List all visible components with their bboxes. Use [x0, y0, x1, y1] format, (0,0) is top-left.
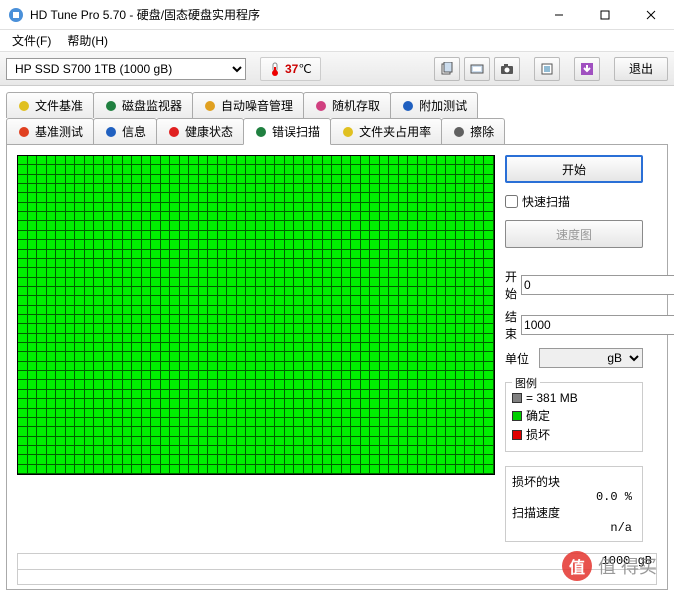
tab-附加测试[interactable]: 附加测试: [390, 92, 478, 118]
scan-grid: [17, 155, 495, 475]
legend-blocksize: = 381 MB: [526, 391, 578, 405]
app-icon: [8, 7, 24, 23]
menu-help[interactable]: 帮助(H): [59, 30, 116, 51]
unit-label: 单位: [505, 350, 535, 367]
tab-icon: [17, 125, 31, 139]
unit-field-row: 单位 gB: [505, 348, 643, 368]
tab-label: 擦除: [470, 123, 494, 140]
tab-label: 磁盘监视器: [122, 97, 182, 114]
tab-icon: [314, 99, 328, 113]
tab-row-1: 文件基准 磁盘监视器 自动噪音管理 随机存取 附加测试: [6, 92, 668, 118]
tab-label: 附加测试: [419, 97, 467, 114]
speedmap-button: 速度图: [505, 220, 643, 248]
copy-info-button[interactable]: [434, 57, 460, 81]
tab-错误扫描[interactable]: 错误扫描: [243, 118, 331, 145]
watermark-icon: 值: [562, 551, 592, 581]
temperature-display: 37℃: [260, 57, 321, 81]
start-label: 开始: [505, 268, 517, 302]
legend-swatch-block: [512, 393, 522, 403]
tab-label: 文件基准: [35, 97, 83, 114]
legend-title: 图例: [512, 375, 540, 391]
start-button[interactable]: 开始: [505, 155, 643, 183]
tab-label: 文件夹占用率: [359, 123, 431, 140]
tabs-area: 文件基准 磁盘监视器 自动噪音管理 随机存取 附加测试 基准测试 信息 健康状态 错误扫描 文件…: [0, 86, 674, 590]
speed-label: 扫描速度: [512, 504, 636, 521]
quick-scan-label: 快速扫描: [522, 193, 570, 210]
close-button[interactable]: [628, 0, 674, 30]
quick-scan-checkbox[interactable]: [505, 195, 518, 208]
temp-unit: ℃: [298, 62, 311, 76]
tab-row-2: 基准测试 信息 健康状态 错误扫描 文件夹占用率 擦除: [6, 118, 668, 144]
window-controls: [536, 0, 674, 30]
tab-label: 基准测试: [35, 123, 83, 140]
menubar: 文件(F) 帮助(H): [0, 30, 674, 52]
quick-scan-row[interactable]: 快速扫描: [505, 193, 643, 210]
legend-swatch-ok: [512, 411, 522, 421]
end-field-row: 结束 ▲▼: [505, 308, 643, 342]
legend-damaged: 损坏: [526, 426, 550, 443]
tab-擦除[interactable]: 擦除: [441, 118, 505, 144]
tab-label: 信息: [122, 123, 146, 140]
legend-box: 图例 = 381 MB 确定 损坏: [505, 382, 643, 452]
save-button[interactable]: [574, 57, 600, 81]
temp-value: 37: [285, 62, 298, 76]
legend-swatch-damaged: [512, 430, 522, 440]
tab-icon: [167, 125, 181, 139]
tab-icon: [104, 125, 118, 139]
watermark-text: 值 得买: [598, 553, 657, 579]
start-input[interactable]: [521, 275, 674, 295]
drive-select[interactable]: HP SSD S700 1TB (1000 gB): [6, 58, 246, 80]
tab-文件基准[interactable]: 文件基准: [6, 92, 94, 118]
tab-label: 自动噪音管理: [221, 97, 293, 114]
legend-ok: 确定: [526, 407, 550, 424]
window-title: HD Tune Pro 5.70 - 硬盘/固态硬盘实用程序: [30, 6, 536, 23]
start-field-row: 开始 ▲▼: [505, 268, 643, 302]
tab-icon: [203, 99, 217, 113]
tab-label: 错误扫描: [272, 123, 320, 140]
maximize-button[interactable]: [582, 0, 628, 30]
toolbar: HP SSD S700 1TB (1000 gB) 37℃ 退出: [0, 52, 674, 86]
tab-icon: [254, 125, 268, 139]
tab-健康状态[interactable]: 健康状态: [156, 118, 244, 144]
unit-select[interactable]: gB: [539, 348, 643, 368]
tab-label: 随机存取: [332, 97, 380, 114]
screenshot-button[interactable]: [494, 57, 520, 81]
tab-自动噪音管理[interactable]: 自动噪音管理: [192, 92, 304, 118]
tab-content-error-scan: 开始 快速扫描 速度图 开始 ▲▼ 结束 ▲▼ 单位 gB 图例: [6, 144, 668, 590]
menu-file[interactable]: 文件(F): [4, 30, 59, 51]
tab-icon: [452, 125, 466, 139]
watermark: 值 值 得买: [562, 551, 657, 581]
end-label: 结束: [505, 308, 517, 342]
tab-文件夹占用率[interactable]: 文件夹占用率: [330, 118, 442, 144]
tab-label: 健康状态: [185, 123, 233, 140]
damaged-value: 0.0 %: [512, 490, 636, 504]
stats-box: 损坏的块 0.0 % 扫描速度 n/a: [505, 466, 643, 542]
options-button[interactable]: [534, 57, 560, 81]
thermometer-icon: [269, 62, 281, 76]
tab-基准测试[interactable]: 基准测试: [6, 118, 94, 144]
titlebar: HD Tune Pro 5.70 - 硬盘/固态硬盘实用程序: [0, 0, 674, 30]
end-input[interactable]: [521, 315, 674, 335]
damaged-label: 损坏的块: [512, 473, 636, 490]
tab-随机存取[interactable]: 随机存取: [303, 92, 391, 118]
tab-icon: [104, 99, 118, 113]
side-panel: 开始 快速扫描 速度图 开始 ▲▼ 结束 ▲▼ 单位 gB 图例: [505, 155, 643, 579]
minimize-button[interactable]: [536, 0, 582, 30]
exit-button[interactable]: 退出: [614, 57, 668, 81]
tab-磁盘监视器[interactable]: 磁盘监视器: [93, 92, 193, 118]
tab-icon: [401, 99, 415, 113]
tab-icon: [17, 99, 31, 113]
copy-screenshot-button[interactable]: [464, 57, 490, 81]
tab-icon: [341, 125, 355, 139]
speed-value: n/a: [512, 521, 636, 535]
tab-信息[interactable]: 信息: [93, 118, 157, 144]
